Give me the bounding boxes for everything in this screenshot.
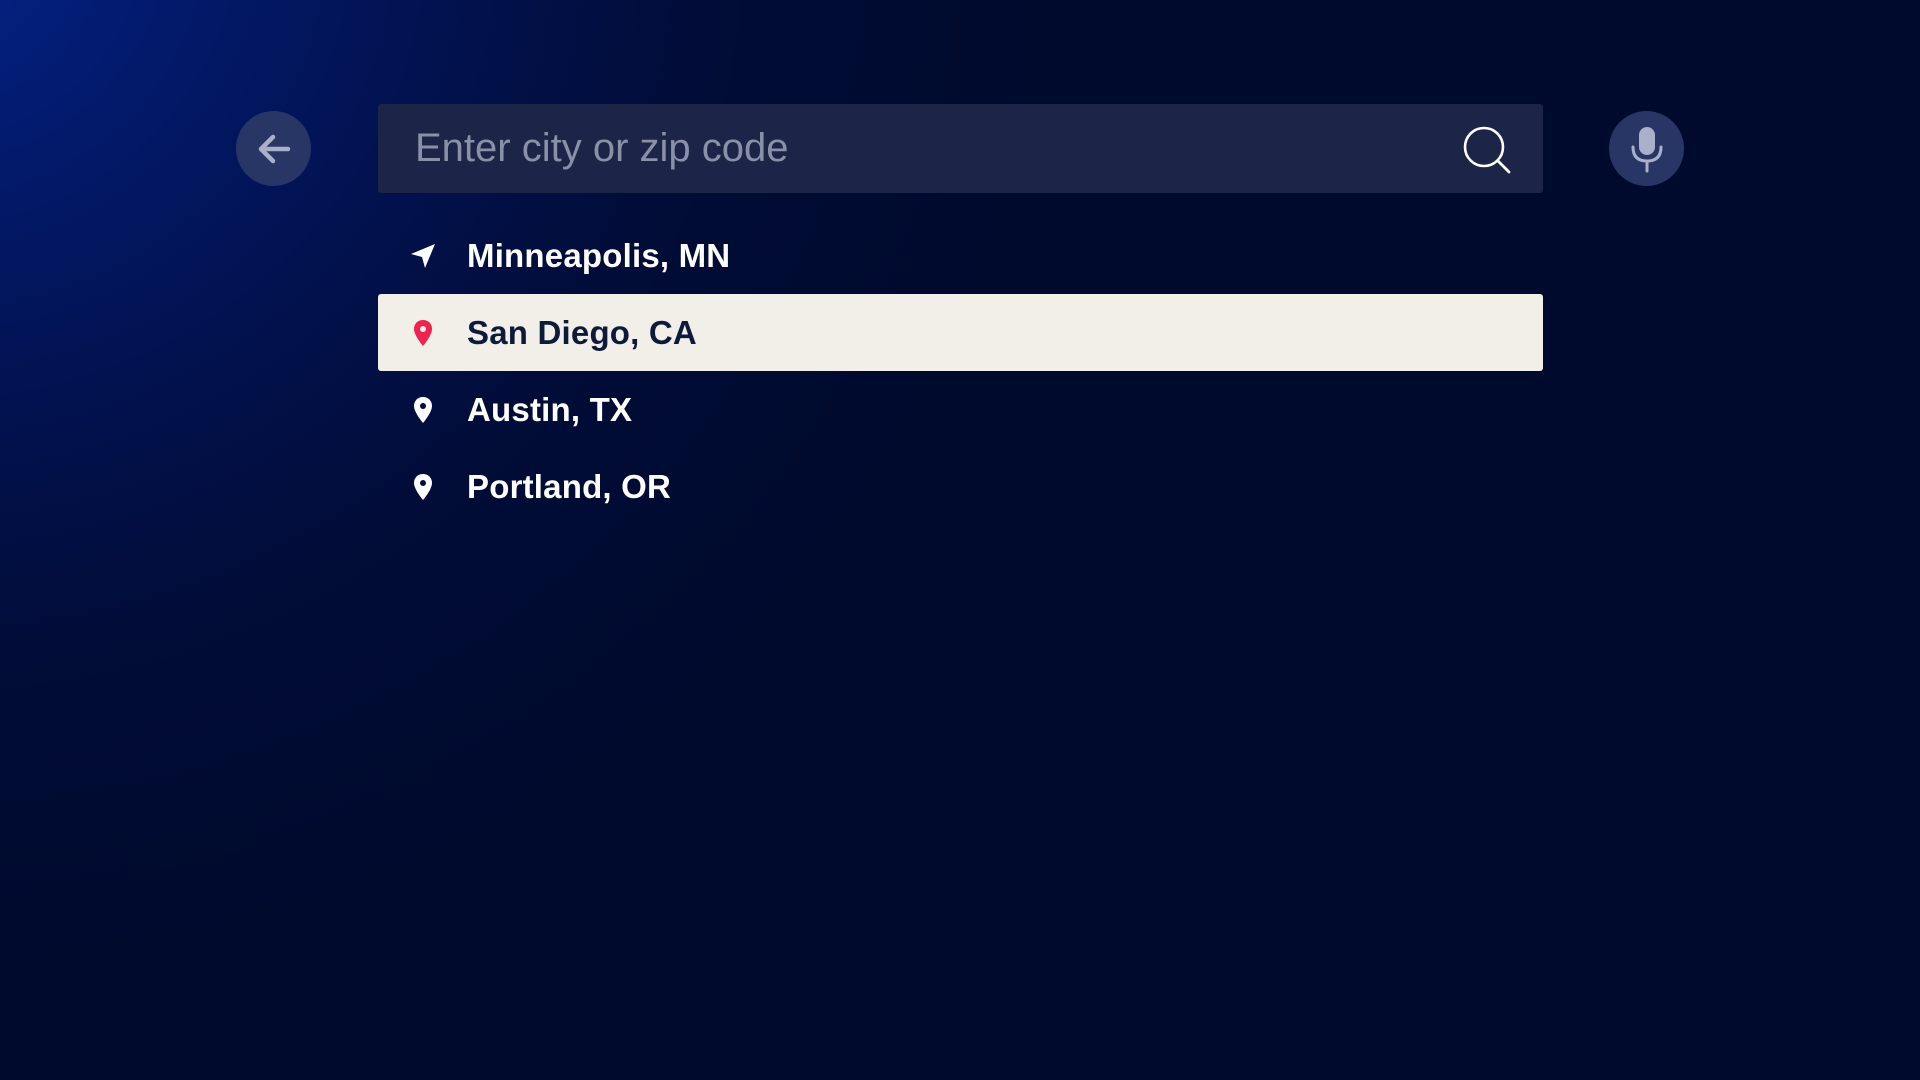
suggestion-label: San Diego, CA	[467, 313, 697, 351]
suggestion-label: Austin, TX	[467, 390, 633, 428]
map-pin-icon	[408, 395, 438, 425]
suggestion-item-current-location[interactable]: Minneapolis, MN	[378, 217, 1543, 294]
suggestion-item[interactable]: Portland, OR	[378, 448, 1543, 525]
map-pin-icon	[408, 318, 438, 348]
search-input[interactable]	[378, 104, 1418, 193]
location-arrow-icon	[408, 241, 438, 271]
suggestion-label: Portland, OR	[467, 467, 672, 505]
map-pin-icon	[408, 472, 438, 502]
suggestion-list: Minneapolis, MN San Diego, CA Austin, TX…	[378, 217, 1543, 525]
arrow-left-icon	[258, 134, 290, 163]
back-button[interactable]	[236, 111, 311, 186]
suggestion-label: Minneapolis, MN	[467, 236, 731, 274]
microphone-icon	[1631, 126, 1662, 172]
search-bar	[378, 104, 1543, 193]
suggestion-item[interactable]: Austin, TX	[378, 371, 1543, 448]
voice-search-button[interactable]	[1609, 111, 1684, 186]
search-icon[interactable]	[1461, 124, 1513, 176]
suggestion-item-selected[interactable]: San Diego, CA	[378, 294, 1543, 371]
